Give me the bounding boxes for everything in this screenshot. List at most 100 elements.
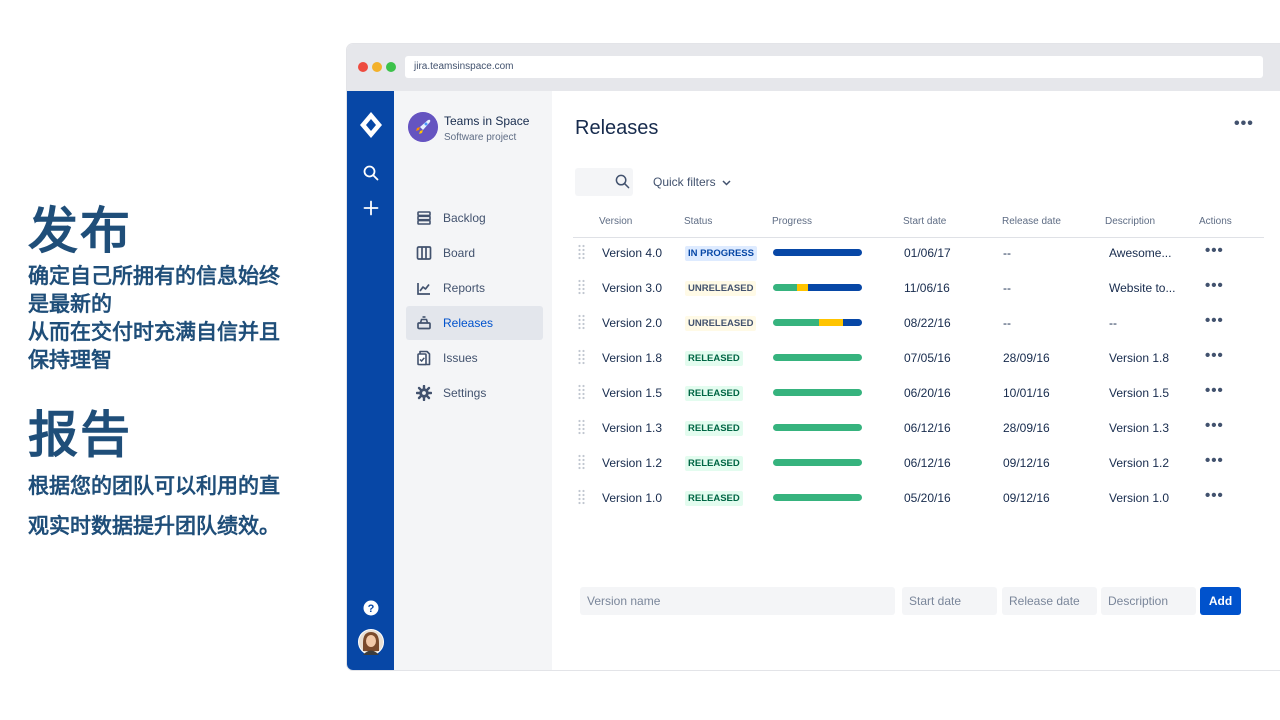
chevron-down-icon bbox=[722, 180, 731, 186]
sidebar-item-label: Releases bbox=[443, 316, 494, 330]
version-name[interactable]: Version 3.0 bbox=[602, 281, 662, 295]
release-date-input[interactable] bbox=[1002, 587, 1097, 615]
drag-handle-icon[interactable] bbox=[578, 314, 585, 330]
quick-filters-dropdown[interactable]: Quick filters bbox=[653, 175, 731, 189]
table-row[interactable]: Version 4.0 IN PROGRESS 01/06/17 -- Awesome.… bbox=[552, 236, 1280, 271]
status-badge: RELEASED bbox=[685, 456, 743, 471]
version-search-input[interactable] bbox=[575, 168, 633, 196]
global-nav-rail: ? bbox=[347, 91, 394, 670]
start-date: 06/12/16 bbox=[904, 421, 951, 435]
column-header-release-date[interactable]: Release date bbox=[1002, 216, 1061, 227]
progress-bar bbox=[773, 459, 862, 466]
drag-handle-icon[interactable] bbox=[578, 419, 585, 435]
report-description: 根据您的团队可以利用的直 观实时数据提升团队绩效。 bbox=[28, 466, 328, 546]
sidebar-item-settings[interactable]: Settings bbox=[406, 376, 543, 410]
progress-segment bbox=[843, 319, 862, 326]
release-date: 10/01/16 bbox=[1003, 386, 1050, 400]
progress-segment bbox=[797, 284, 808, 291]
plus-icon[interactable] bbox=[347, 200, 394, 221]
sidebar-item-issues[interactable]: Issues bbox=[406, 341, 543, 375]
progress-segment bbox=[773, 284, 798, 291]
maximize-window-button[interactable] bbox=[386, 62, 396, 72]
version-name[interactable]: Version 4.0 bbox=[602, 246, 662, 260]
row-actions-button[interactable]: ••• bbox=[1205, 452, 1224, 469]
progress-bar bbox=[773, 284, 862, 291]
address-bar[interactable]: jira.teamsinspace.com bbox=[405, 56, 1263, 78]
project-type: Software project bbox=[444, 132, 517, 143]
browser-titlebar: jira.teamsinspace.com bbox=[347, 44, 1280, 91]
sidebar-item-label: Issues bbox=[443, 351, 478, 365]
releases-page: Releases ••• Quick filters Version Statu… bbox=[552, 91, 1280, 670]
table-row[interactable]: Version 1.0 RELEASED 05/20/16 09/12/16 Versi… bbox=[552, 481, 1280, 516]
start-date: 01/06/17 bbox=[904, 246, 951, 260]
version-name[interactable]: Version 1.8 bbox=[602, 351, 662, 365]
close-window-button[interactable] bbox=[358, 62, 368, 72]
version-name[interactable]: Version 1.5 bbox=[602, 386, 662, 400]
progress-bar bbox=[773, 319, 862, 326]
sidebar-item-backlog[interactable]: Backlog bbox=[406, 201, 543, 235]
start-date: 06/20/16 bbox=[904, 386, 951, 400]
project-name[interactable]: Teams in Space bbox=[444, 114, 529, 128]
drag-handle-icon[interactable] bbox=[578, 384, 585, 400]
add-version-button[interactable]: Add bbox=[1200, 587, 1241, 615]
description-input[interactable] bbox=[1101, 587, 1196, 615]
sidebar-item-releases[interactable]: Releases bbox=[406, 306, 543, 340]
version-name[interactable]: Version 1.2 bbox=[602, 456, 662, 470]
svg-text:?: ? bbox=[367, 603, 374, 615]
sidebar-item-reports[interactable]: Reports bbox=[406, 271, 543, 305]
settings-icon bbox=[416, 385, 432, 401]
release-description-line: 保持理智 bbox=[28, 348, 112, 372]
start-date-input[interactable] bbox=[902, 587, 997, 615]
drag-handle-icon[interactable] bbox=[578, 279, 585, 295]
column-header-version[interactable]: Version bbox=[599, 216, 632, 227]
version-name[interactable]: Version 1.3 bbox=[602, 421, 662, 435]
row-actions-button[interactable]: ••• bbox=[1205, 382, 1224, 399]
page-more-actions-button[interactable]: ••• bbox=[1234, 115, 1254, 133]
table-row[interactable]: Version 1.5 RELEASED 06/20/16 10/01/16 Versi… bbox=[552, 376, 1280, 411]
page-title: Releases bbox=[575, 117, 659, 139]
sidebar-item-board[interactable]: Board bbox=[406, 236, 543, 270]
user-avatar[interactable] bbox=[347, 629, 394, 660]
version-name[interactable]: Version 2.0 bbox=[602, 316, 662, 330]
table-row[interactable]: Version 1.3 RELEASED 06/12/16 28/09/16 Versi… bbox=[552, 411, 1280, 446]
jira-logo-icon[interactable] bbox=[347, 111, 394, 144]
row-actions-button[interactable]: ••• bbox=[1205, 347, 1224, 364]
description: Version 1.5 bbox=[1109, 386, 1170, 400]
row-actions-button[interactable]: ••• bbox=[1205, 312, 1224, 329]
sidebar-item-label: Reports bbox=[443, 281, 486, 295]
description: -- bbox=[1109, 316, 1117, 330]
progress-bar bbox=[773, 389, 862, 396]
help-icon[interactable]: ? bbox=[347, 600, 394, 621]
column-header-progress[interactable]: Progress bbox=[772, 216, 812, 227]
sidebar-item-label: Backlog bbox=[443, 211, 486, 225]
column-header-start-date[interactable]: Start date bbox=[903, 216, 946, 227]
table-row[interactable]: Version 1.2 RELEASED 06/12/16 09/12/16 Versi… bbox=[552, 446, 1280, 481]
column-header-status[interactable]: Status bbox=[684, 216, 712, 227]
version-name-input[interactable] bbox=[580, 587, 895, 615]
row-actions-button[interactable]: ••• bbox=[1205, 417, 1224, 434]
table-row[interactable]: Version 3.0 UNRELEASED 11/06/16 -- Website t… bbox=[552, 271, 1280, 306]
row-actions-button[interactable]: ••• bbox=[1205, 487, 1224, 504]
progress-segment bbox=[819, 319, 844, 326]
table-row[interactable]: Version 2.0 UNRELEASED 08/22/16 -- -- ••• bbox=[552, 306, 1280, 341]
row-actions-button[interactable]: ••• bbox=[1205, 277, 1224, 294]
report-description-line: 观实时数据提升团队绩效。 bbox=[28, 514, 280, 538]
drag-handle-icon[interactable] bbox=[578, 489, 585, 505]
search-icon[interactable] bbox=[347, 165, 394, 186]
drag-handle-icon[interactable] bbox=[578, 349, 585, 365]
start-date: 08/22/16 bbox=[904, 316, 951, 330]
release-date: -- bbox=[1003, 246, 1011, 260]
minimize-window-button[interactable] bbox=[372, 62, 382, 72]
project-avatar-icon[interactable] bbox=[408, 112, 438, 142]
version-name[interactable]: Version 1.0 bbox=[602, 491, 662, 505]
drag-handle-icon[interactable] bbox=[578, 454, 585, 470]
progress-segment bbox=[773, 319, 820, 326]
progress-bar bbox=[773, 424, 862, 431]
sidebar-item-label: Settings bbox=[443, 386, 487, 400]
table-row[interactable]: Version 1.8 RELEASED 07/05/16 28/09/16 Versi… bbox=[552, 341, 1280, 376]
progress-bar bbox=[773, 354, 862, 361]
row-actions-button[interactable]: ••• bbox=[1205, 242, 1224, 259]
status-badge: RELEASED bbox=[685, 386, 743, 401]
column-header-description[interactable]: Description bbox=[1105, 216, 1155, 227]
drag-handle-icon[interactable] bbox=[578, 244, 585, 260]
